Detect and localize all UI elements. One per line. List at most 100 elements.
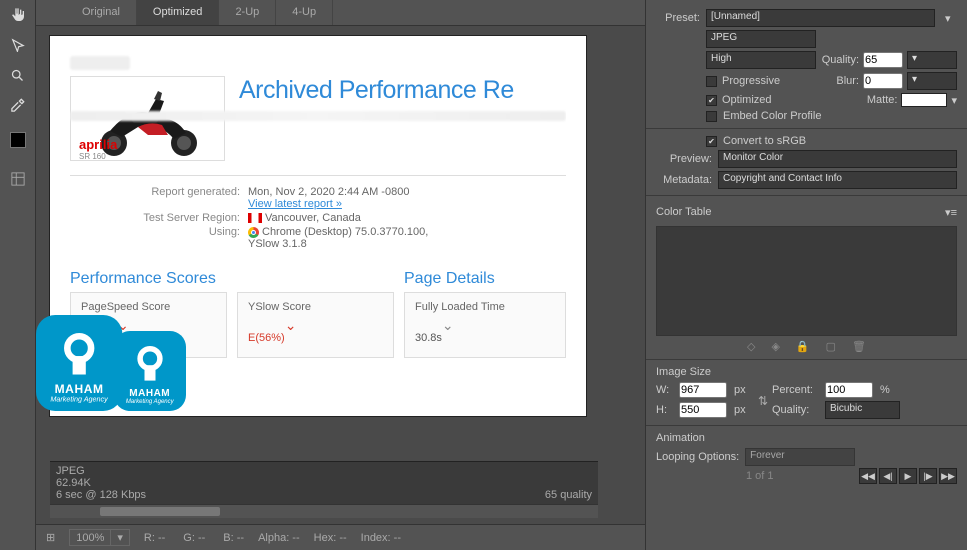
meta-using-value2: YSlow 3.1.8: [248, 238, 307, 250]
scores-header: Performance Scores: [70, 270, 394, 288]
meta-using-label: Using:: [70, 226, 248, 250]
canvas-viewport: aprilia SR 160 Archived Performance Re R…: [36, 26, 645, 461]
width-input[interactable]: [679, 382, 727, 398]
width-label: W:: [656, 384, 676, 396]
hand-tool-icon[interactable]: [9, 6, 27, 24]
load-time-value: 30.8s: [415, 332, 442, 344]
status-format: JPEG: [56, 465, 146, 477]
zoom-control[interactable]: 100%▾: [69, 529, 130, 546]
settings-panel: Preset: [Unnamed] ▾ JPEG High Quality: ▾…: [645, 0, 967, 550]
toggle-slices-icon[interactable]: [9, 170, 27, 188]
ct-trash-icon[interactable]: 🗑: [852, 340, 866, 353]
matte-swatch[interactable]: [901, 93, 947, 107]
preset-label: Preset:: [656, 12, 700, 24]
horizontal-scrollbar[interactable]: [50, 504, 598, 518]
ct-new-icon[interactable]: ▢: [826, 340, 836, 353]
load-time-label: Fully Loaded Time: [415, 301, 555, 313]
brand-name: aprilia: [79, 137, 117, 152]
readout-b: B: --: [223, 532, 244, 544]
readout-index: Index: --: [361, 532, 401, 544]
preview-canvas[interactable]: aprilia SR 160 Archived Performance Re R…: [50, 36, 586, 416]
status-time: 6 sec @ 128 Kbps: [56, 489, 146, 501]
foreground-color-swatch[interactable]: [10, 132, 26, 148]
tab-optimized[interactable]: Optimized: [137, 0, 220, 25]
ct-pick-icon[interactable]: ◇: [747, 340, 755, 353]
yslow-label: YSlow Score: [248, 301, 383, 313]
height-label: H:: [656, 404, 676, 416]
preview-select[interactable]: Monitor Color: [718, 150, 957, 168]
quality-label: Quality:: [822, 54, 859, 66]
anim-prev-button[interactable]: ◀|: [879, 468, 897, 484]
anim-last-button[interactable]: ▶▶: [939, 468, 957, 484]
pagespeed-percent: (30%): [88, 332, 117, 344]
eyedropper-tool-icon[interactable]: [9, 96, 27, 114]
preset-select[interactable]: [Unnamed]: [706, 9, 935, 27]
slice-tool-icon[interactable]: [9, 36, 27, 54]
resample-quality-label: Quality:: [772, 404, 822, 416]
image-size-label: Image Size: [656, 366, 957, 378]
embed-profile-label: Embed Color Profile: [723, 110, 821, 122]
anim-next-button[interactable]: |▶: [919, 468, 937, 484]
left-toolbar: [0, 0, 36, 550]
tab-2up[interactable]: 2-Up: [219, 0, 276, 25]
srgb-checkbox[interactable]: [706, 136, 717, 147]
info-bar: ⊞ 100%▾ R: -- G: -- B: -- Alpha: -- Hex:…: [36, 524, 645, 550]
tab-4up[interactable]: 4-Up: [276, 0, 333, 25]
pagespeed-grade: F: [81, 332, 88, 344]
view-tabs: Original Optimized 2-Up 4-Up: [36, 0, 645, 26]
chevron-down-icon: ⌄: [442, 317, 454, 333]
blur-input[interactable]: [863, 73, 903, 89]
pagespeed-label: PageSpeed Score: [81, 301, 216, 313]
percent-label: Percent:: [772, 384, 822, 396]
compression-select[interactable]: High: [706, 51, 816, 69]
canada-flag-icon: [248, 213, 262, 223]
anim-play-button[interactable]: ▶: [899, 468, 917, 484]
ct-lock-icon[interactable]: 🔒: [796, 340, 810, 353]
ct-shift-icon[interactable]: ◈: [771, 340, 779, 353]
brand-model: SR 160: [79, 152, 106, 161]
percent-input[interactable]: [825, 382, 873, 398]
readout-alpha: Alpha: --: [258, 532, 300, 544]
details-header: Page Details: [404, 270, 566, 288]
preview-status-bar: JPEG 62.94K 6 sec @ 128 Kbps 65 quality: [50, 461, 598, 504]
meta-generated-label: Report generated:: [70, 186, 248, 210]
meta-using-value: Chrome (Desktop) 75.0.3770.100,: [262, 226, 428, 238]
optimized-label: Optimized: [722, 94, 772, 106]
meta-region-value: Vancouver, Canada: [265, 212, 361, 224]
height-input[interactable]: [679, 402, 727, 418]
blur-label: Blur:: [836, 75, 859, 87]
center-area: Original Optimized 2-Up 4-Up: [36, 0, 645, 550]
grid-toggle-icon[interactable]: ⊞: [46, 531, 55, 544]
embed-profile-checkbox[interactable]: [706, 111, 717, 122]
quality-input[interactable]: [863, 52, 903, 68]
anim-first-button[interactable]: ◀◀: [859, 468, 877, 484]
zoom-tool-icon[interactable]: [9, 66, 27, 84]
color-table[interactable]: [656, 226, 957, 336]
status-size: 62.94K: [56, 477, 146, 489]
chevron-down-icon: ⌄: [285, 317, 297, 333]
chevron-down-icon: ⌄: [117, 317, 129, 333]
optimized-checkbox[interactable]: [706, 95, 717, 106]
matte-dropdown-icon[interactable]: ▾: [951, 94, 957, 107]
progressive-label: Progressive: [722, 75, 780, 87]
metadata-select[interactable]: Copyright and Contact Info: [718, 171, 957, 189]
blur-slider-icon[interactable]: ▾: [907, 72, 957, 90]
preview-label: Preview:: [656, 153, 712, 165]
progressive-checkbox[interactable]: [706, 76, 717, 87]
readout-g: G: --: [183, 532, 205, 544]
status-quality: 65 quality: [545, 489, 592, 501]
quality-slider-icon[interactable]: ▾: [907, 51, 957, 69]
metadata-label: Metadata:: [656, 174, 712, 186]
looping-select[interactable]: Forever: [745, 448, 855, 466]
preset-menu-icon[interactable]: ▾: [945, 12, 957, 24]
frame-counter: 1 of 1: [746, 470, 774, 482]
tab-original[interactable]: Original: [66, 0, 137, 25]
color-table-menu-icon[interactable]: ▾≡: [945, 206, 957, 219]
resample-select[interactable]: Bicubic: [825, 401, 900, 419]
matte-label: Matte:: [867, 94, 898, 106]
readout-r: R: --: [144, 532, 165, 544]
format-select[interactable]: JPEG: [706, 30, 816, 48]
meta-region-label: Test Server Region:: [70, 212, 248, 224]
constrain-proportions-icon[interactable]: ⇅: [757, 394, 769, 408]
animation-label: Animation: [656, 432, 957, 444]
